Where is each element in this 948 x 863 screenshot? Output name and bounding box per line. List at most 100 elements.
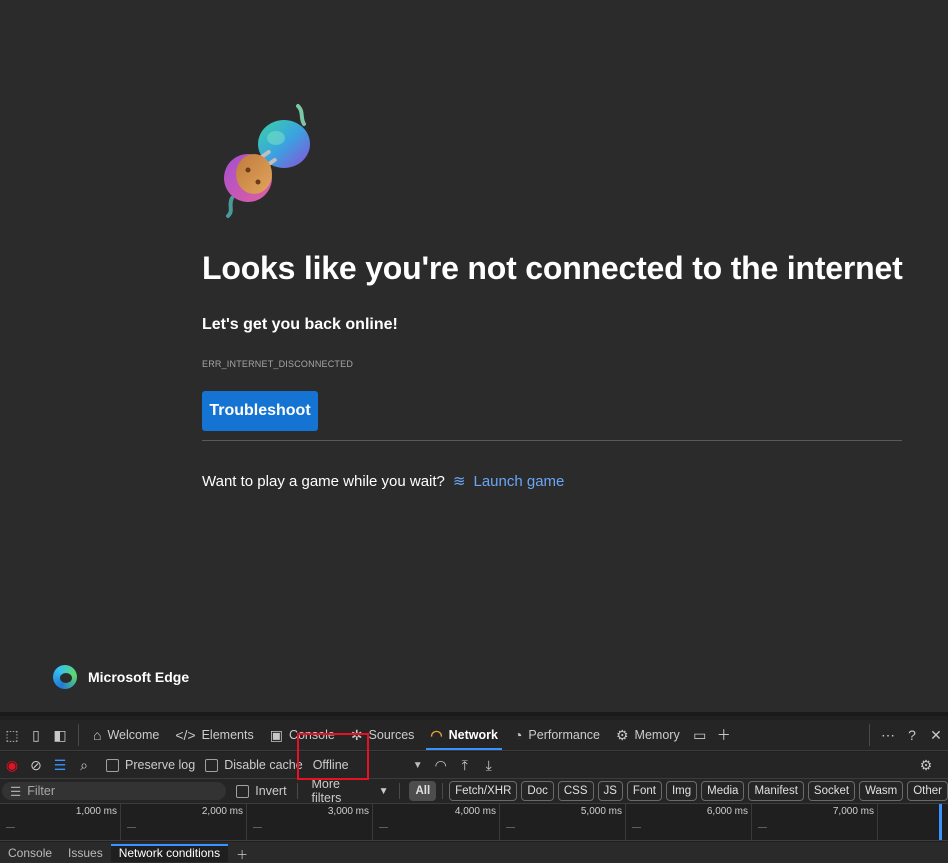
tick-marker — [632, 827, 641, 828]
preserve-log-checkbox[interactable]: Preserve log — [106, 758, 195, 772]
settings-gear-icon[interactable]: ⚙ — [914, 753, 938, 777]
tab-network[interactable]: ◠ Network — [422, 720, 506, 750]
tick-label: 4,000 ms — [454, 806, 496, 817]
wifi-warning-icon: ◠ — [430, 726, 443, 743]
timeline-tick: 4,000 ms — [373, 804, 500, 840]
filter-type-fetch-xhr[interactable]: Fetch/XHR — [449, 781, 518, 801]
more-filters-dropdown[interactable]: More filters ▼ — [312, 777, 389, 805]
page-title: Looks like you're not connected to the i… — [202, 250, 903, 286]
tab-performance[interactable]: ◔ Performance — [506, 720, 608, 750]
devtools-tab-bar: ⬚ ▯ ◧ ⌂ Welcome </> Elements ▣ Console ✲ Sou… — [0, 720, 948, 751]
checkbox-box — [205, 758, 219, 772]
device-emulation-icon[interactable]: ▯ — [24, 723, 48, 747]
clear-icon[interactable]: ⊘ — [24, 753, 48, 777]
devtools-panel: ⬚ ▯ ◧ ⌂ Welcome </> Elements ▣ Console ✲ Sou… — [0, 712, 948, 862]
checkbox-label: Disable cache — [224, 758, 303, 772]
drawer-tab-console[interactable]: Console — [0, 846, 60, 862]
invert-checkbox[interactable]: Invert — [236, 784, 287, 798]
filter-placeholder: Filter — [27, 784, 55, 798]
add-drawer-tab-icon[interactable]: ＋ — [228, 846, 256, 862]
network-conditions-icon[interactable]: ◠ — [429, 753, 453, 777]
tick-label: 3,000 ms — [327, 806, 369, 817]
troubleshoot-button[interactable]: Troubleshoot — [202, 391, 318, 431]
checkbox-label: Invert — [255, 784, 287, 798]
filter-type-manifest[interactable]: Manifest — [748, 781, 804, 801]
tick-marker — [379, 827, 388, 828]
tab-label: Welcome — [107, 728, 160, 742]
import-har-icon[interactable]: ⤒ — [453, 753, 477, 777]
more-options-icon[interactable]: ⋯ — [876, 723, 900, 747]
filter-bar: ☰ Filter Invert More filters ▼ All Fetch… — [0, 777, 948, 805]
brand-name: Microsoft Edge — [88, 669, 190, 685]
drawer-tab-issues[interactable]: Issues — [60, 846, 111, 862]
filter-input[interactable]: ☰ Filter — [2, 782, 227, 800]
filter-type-other[interactable]: Other — [907, 781, 948, 801]
application-icon[interactable]: ▭ — [688, 723, 712, 747]
tab-label: Memory — [634, 728, 680, 742]
tab-label: Performance — [528, 728, 600, 742]
help-icon[interactable]: ? — [900, 723, 924, 747]
close-icon[interactable]: ✕ — [924, 723, 948, 747]
launch-game-link[interactable]: Launch game — [473, 473, 564, 490]
add-tab-icon[interactable]: ＋ — [712, 723, 736, 747]
tick-label: 6,000 ms — [706, 806, 748, 817]
offline-error-page: Looks like you're not connected to the i… — [0, 0, 948, 712]
tick-marker — [758, 827, 767, 828]
record-icon[interactable]: ◉ — [0, 753, 24, 777]
checkbox-label: Preserve log — [125, 758, 196, 772]
game-prompt-text: Want to play a game while you wait? — [202, 472, 445, 490]
filter-toggle-icon[interactable]: ☰ — [48, 753, 72, 777]
disable-cache-checkbox[interactable]: Disable cache — [205, 758, 303, 772]
chevron-down-icon: ▼ — [378, 785, 389, 797]
checkbox-box — [236, 784, 250, 798]
timeline-tick: 2,000 ms — [121, 804, 247, 840]
dock-side-icon[interactable]: ◧ — [48, 723, 72, 747]
timeline-tick: 3,000 ms — [247, 804, 373, 840]
disconnected-plug-illustration — [224, 104, 310, 218]
edge-logo-icon — [53, 665, 77, 689]
home-icon: ⌂ — [93, 727, 102, 743]
filter-icon: ☰ — [10, 784, 22, 799]
tick-label: 7,000 ms — [832, 806, 874, 817]
game-prompt-row: Want to play a game while you wait? ≋ La… — [202, 472, 564, 491]
surf-waves-icon[interactable]: ≋ — [453, 472, 466, 490]
filter-type-img[interactable]: Img — [665, 781, 698, 801]
timeline-tick: 6,000 ms — [626, 804, 752, 840]
more-filters-label: More filters — [311, 777, 342, 805]
filter-type-wasm[interactable]: Wasm — [859, 781, 904, 801]
error-code: ERR_INTERNET_DISCONNECTED — [202, 359, 354, 369]
timeline-cursor — [939, 804, 942, 840]
highlight-box — [297, 733, 369, 780]
drawer-tab-network-conditions[interactable]: Network conditions — [110, 844, 229, 862]
tab-label: Sources — [368, 728, 415, 742]
filter-type-js[interactable]: JS — [597, 781, 623, 801]
tick-marker — [6, 827, 15, 828]
filter-type-media[interactable]: Media — [701, 781, 745, 801]
network-overview-timeline[interactable]: 1,000 ms 2,000 ms 3,000 ms 4,000 ms 5,00… — [0, 804, 948, 841]
drawer-tab-bar: Console Issues Network conditions ＋ — [0, 842, 948, 862]
tick-marker — [253, 827, 262, 828]
filter-type-font[interactable]: Font — [626, 781, 662, 801]
filter-type-doc[interactable]: Doc — [521, 781, 554, 801]
chevron-down-icon: ▼ — [412, 759, 423, 771]
network-toolbar: ◉ ⊘ ☰ ⌕ Preserve log Disable cache Offli… — [0, 752, 948, 779]
filter-type-css[interactable]: CSS — [557, 781, 594, 801]
tab-label: Network — [448, 728, 498, 742]
tab-elements[interactable]: </> Elements — [167, 720, 261, 750]
tick-label: 1,000 ms — [75, 806, 117, 817]
divider — [202, 440, 902, 441]
filter-type-all[interactable]: All — [409, 781, 437, 801]
performance-icon: ◔ — [513, 727, 523, 743]
export-har-icon[interactable]: ⤓ — [477, 753, 501, 777]
tick-marker — [506, 827, 515, 828]
timeline-tick: 5,000 ms — [500, 804, 626, 840]
checkbox-box — [106, 758, 119, 772]
tab-welcome[interactable]: ⌂ Welcome — [85, 720, 167, 750]
search-icon[interactable]: ⌕ — [72, 753, 96, 777]
code-icon: </> — [175, 727, 196, 743]
separator — [442, 783, 444, 799]
inspect-element-icon[interactable]: ⬚ — [0, 723, 24, 747]
tab-memory[interactable]: ⚙ Memory — [608, 720, 688, 750]
filter-type-socket[interactable]: Socket — [807, 781, 856, 801]
console-icon: ▣ — [269, 726, 283, 743]
